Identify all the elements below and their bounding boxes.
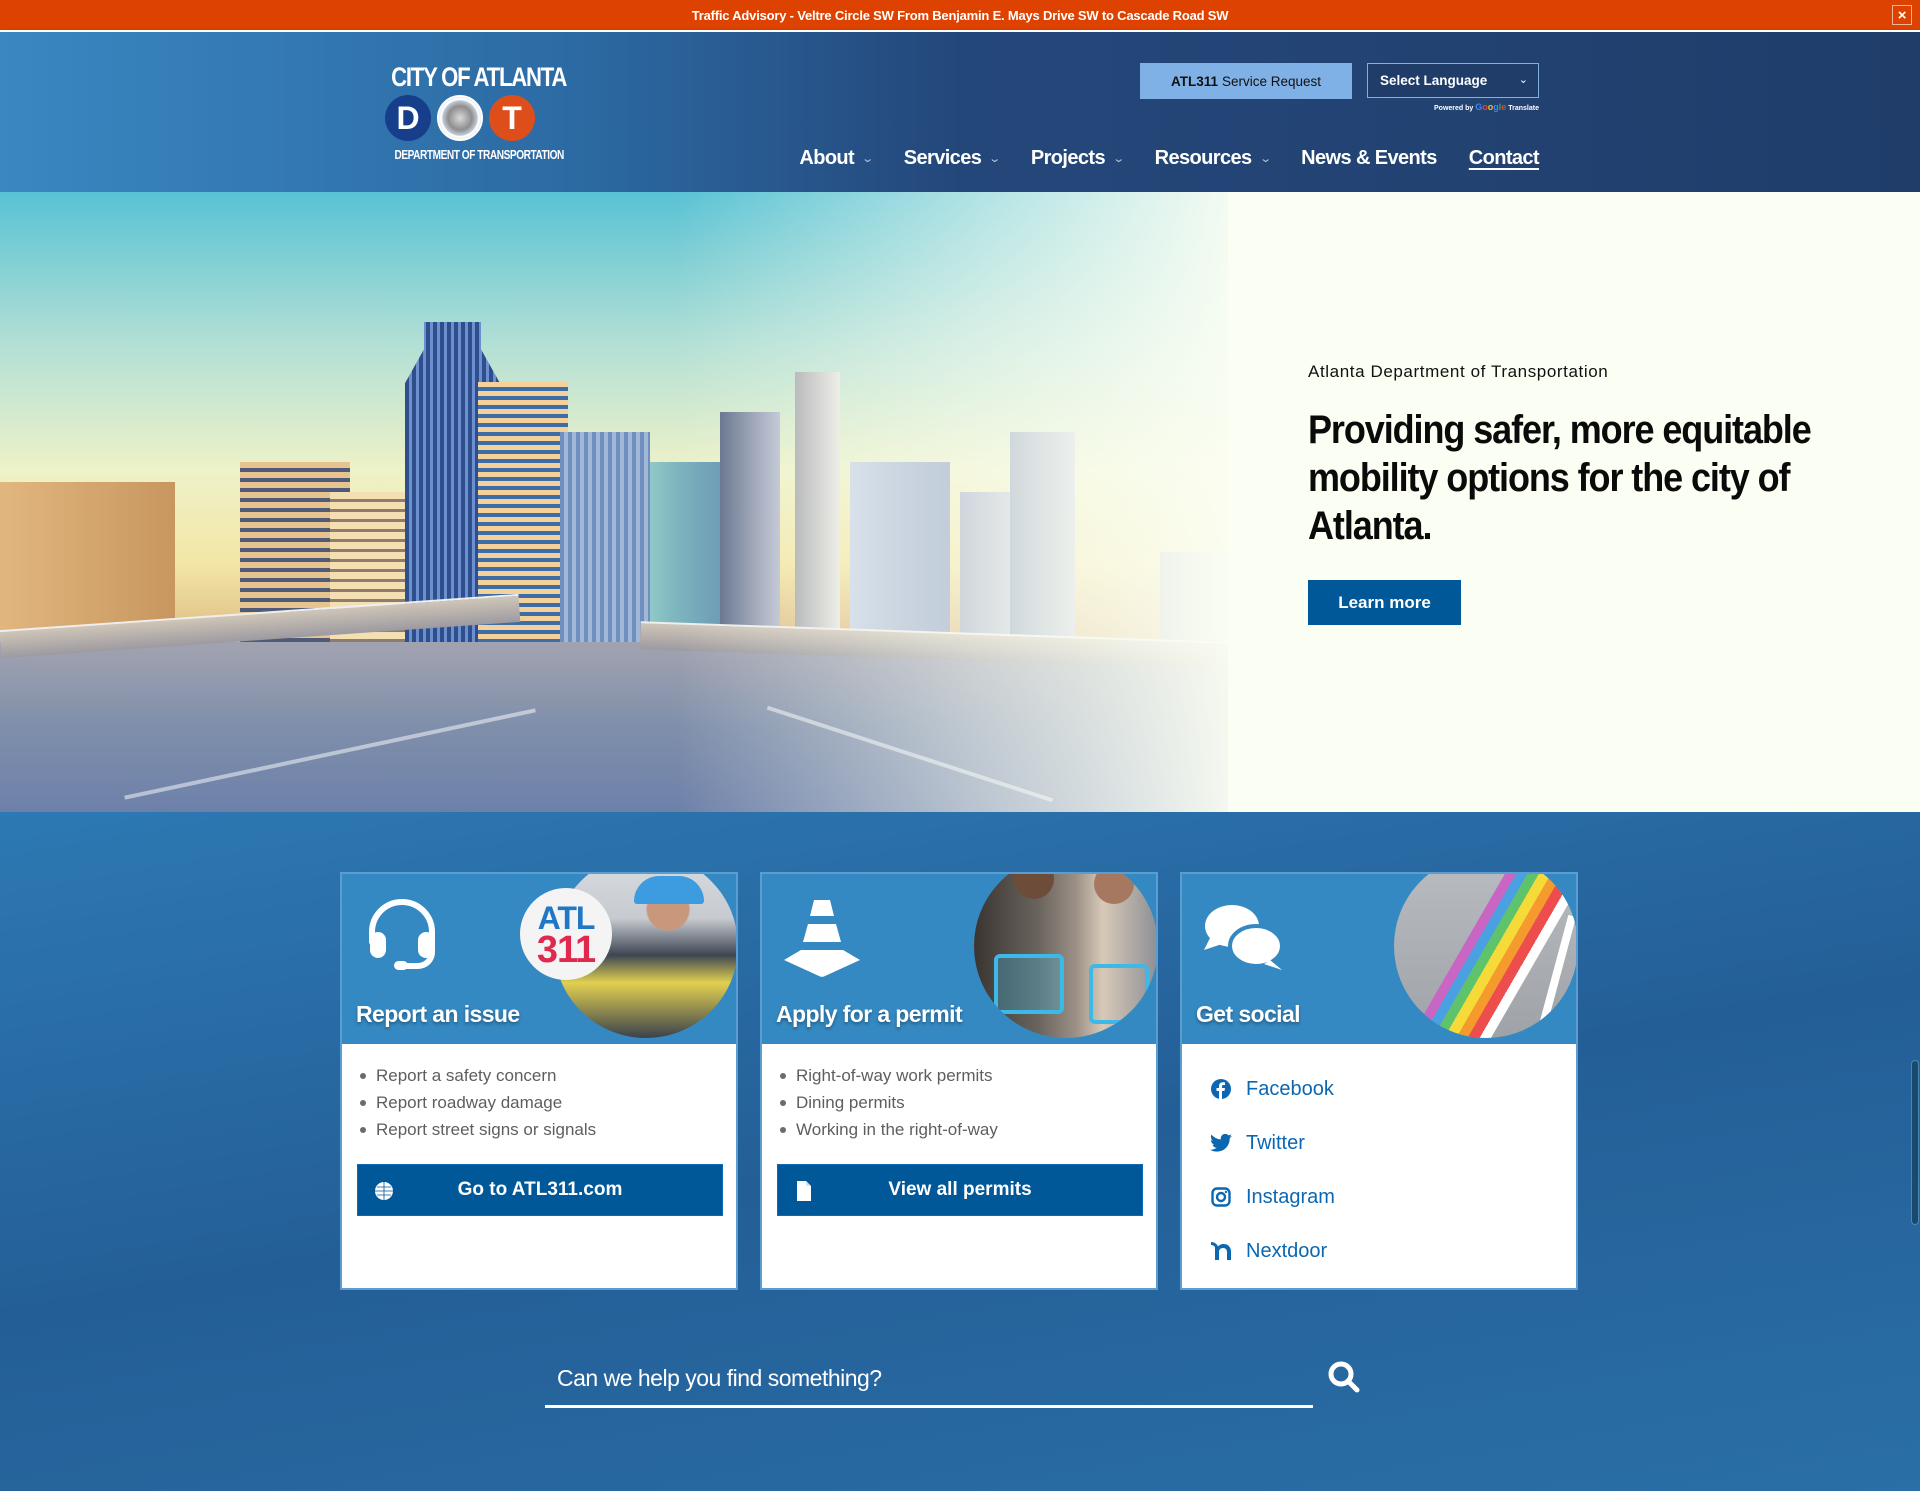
nextdoor-icon — [1210, 1240, 1232, 1262]
page-scrollbar[interactable] — [1911, 1060, 1919, 1225]
language-select-value: Select Language — [1380, 73, 1488, 88]
chevron-down-icon: ⌄ — [1518, 74, 1528, 86]
social-links: Facebook Twitter Instagram Nextdoor — [1182, 1044, 1576, 1278]
social-link-twitter[interactable]: Twitter — [1210, 1116, 1576, 1170]
list-item[interactable]: Right-of-way work permits — [780, 1062, 1156, 1089]
card-header: Get social — [1182, 874, 1576, 1044]
logo-letter-d: D — [385, 95, 431, 141]
card-report-issue: ATL 311 Report an issue Report a safety … — [340, 872, 738, 1290]
card-list: Right-of-way work permits Dining permits… — [762, 1044, 1156, 1143]
atlanta-skyline-image — [0, 192, 1228, 812]
bike-share-photo — [974, 874, 1156, 1038]
site-search — [545, 1352, 1313, 1408]
chat-bubbles-icon — [1204, 905, 1284, 970]
close-advisory-button[interactable]: × — [1892, 5, 1912, 25]
nav-projects[interactable]: Projects ⌄ — [1031, 147, 1125, 170]
social-link-facebook[interactable]: Facebook — [1210, 1062, 1576, 1116]
nav-services[interactable]: Services ⌄ — [904, 147, 1002, 170]
document-icon — [797, 1181, 811, 1201]
list-item[interactable]: Dining permits — [780, 1089, 1156, 1116]
traffic-advisory-bar: Traffic Advisory - Veltre Circle SW From… — [0, 0, 1920, 30]
atl311-badge: ATL 311 — [520, 888, 612, 980]
nav-resources[interactable]: Resources ⌄ — [1155, 147, 1272, 170]
hero-content: Atlanta Department of Transportation Pro… — [1308, 362, 1848, 625]
card-title: Apply for a permit — [776, 1001, 963, 1027]
city-seal-icon — [437, 95, 483, 141]
social-link-instagram[interactable]: Instagram — [1210, 1170, 1576, 1224]
nav-about[interactable]: About ⌄ — [799, 147, 874, 170]
search-button[interactable] — [1326, 1359, 1362, 1395]
service-request-label: Service Request — [1221, 73, 1322, 89]
service-request-bold: ATL311 — [1170, 73, 1218, 89]
hero-heading: Providing safer, more equitable mobility… — [1308, 408, 1812, 548]
card-list: Report a safety concern Report roadway d… — [342, 1044, 736, 1143]
chevron-down-icon: ⌄ — [1258, 153, 1272, 165]
view-all-permits-button[interactable]: View all permits — [777, 1164, 1143, 1216]
logo-letter-t: T — [489, 95, 535, 141]
social-link-nextdoor[interactable]: Nextdoor — [1210, 1224, 1576, 1278]
traffic-cone-icon — [784, 900, 860, 977]
go-to-atl311-button[interactable]: Go to ATL311.com — [357, 1164, 723, 1216]
nav-news-events[interactable]: News & Events — [1301, 147, 1437, 170]
main-nav: About ⌄ Services ⌄ Projects ⌄ Resources … — [767, 147, 1539, 170]
language-select[interactable]: Select Language ⌄ — [1367, 63, 1539, 98]
button-label: View all permits — [888, 1179, 1032, 1200]
atl311-service-request-button[interactable]: ATL311 Service Request — [1140, 63, 1352, 99]
card-title: Get social — [1196, 1001, 1301, 1027]
chevron-down-icon: ⌄ — [988, 153, 1002, 165]
list-item[interactable]: Report a safety concern — [360, 1062, 736, 1089]
logo-title: CITY OF ATLANTA — [391, 62, 567, 92]
powered-by-google-translate[interactable]: Powered by Google Translate — [1400, 102, 1539, 112]
card-get-social: Get social Facebook Twitter Instagram Ne… — [1180, 872, 1578, 1290]
card-title: Report an issue — [356, 1001, 520, 1027]
button-label: Go to ATL311.com — [457, 1179, 623, 1200]
site-logo[interactable]: CITY OF ATLANTA D T DEPARTMENT OF TRANSP… — [376, 62, 567, 172]
search-input[interactable] — [545, 1352, 1313, 1405]
twitter-icon — [1210, 1132, 1232, 1154]
chevron-down-icon: ⌄ — [861, 153, 874, 165]
list-item[interactable]: Report roadway damage — [360, 1089, 736, 1116]
facebook-icon — [1210, 1078, 1232, 1100]
instagram-icon — [1210, 1186, 1232, 1208]
learn-more-button[interactable]: Learn more — [1308, 580, 1461, 625]
nav-contact[interactable]: Contact — [1469, 147, 1540, 170]
card-header: Apply for a permit — [762, 874, 1156, 1044]
google-logo-icon: Google — [1475, 102, 1507, 112]
card-apply-permit: Apply for a permit Right-of-way work per… — [760, 872, 1158, 1290]
site-header: CITY OF ATLANTA D T DEPARTMENT OF TRANSP… — [0, 30, 1920, 192]
hero-section: Atlanta Department of Transportation Pro… — [0, 192, 1920, 812]
search-icon — [1328, 1361, 1360, 1393]
list-item[interactable]: Report street signs or signals — [360, 1116, 736, 1143]
globe-icon — [375, 1182, 393, 1200]
close-icon: × — [1897, 6, 1907, 24]
logo-subtitle: DEPARTMENT OF TRANSPORTATION — [394, 147, 564, 162]
rainbow-crosswalk-photo — [1394, 874, 1576, 1038]
traffic-advisory-link[interactable]: Traffic Advisory - Veltre Circle SW From… — [692, 8, 1229, 23]
hero-eyebrow: Atlanta Department of Transportation — [1308, 362, 1609, 381]
headset-icon — [369, 899, 435, 970]
quick-links-section: ATL 311 Report an issue Report a safety … — [0, 812, 1920, 1491]
list-item[interactable]: Working in the right-of-way — [780, 1116, 1156, 1143]
card-header: ATL 311 Report an issue — [342, 874, 736, 1044]
chevron-down-icon: ⌄ — [1112, 153, 1125, 165]
